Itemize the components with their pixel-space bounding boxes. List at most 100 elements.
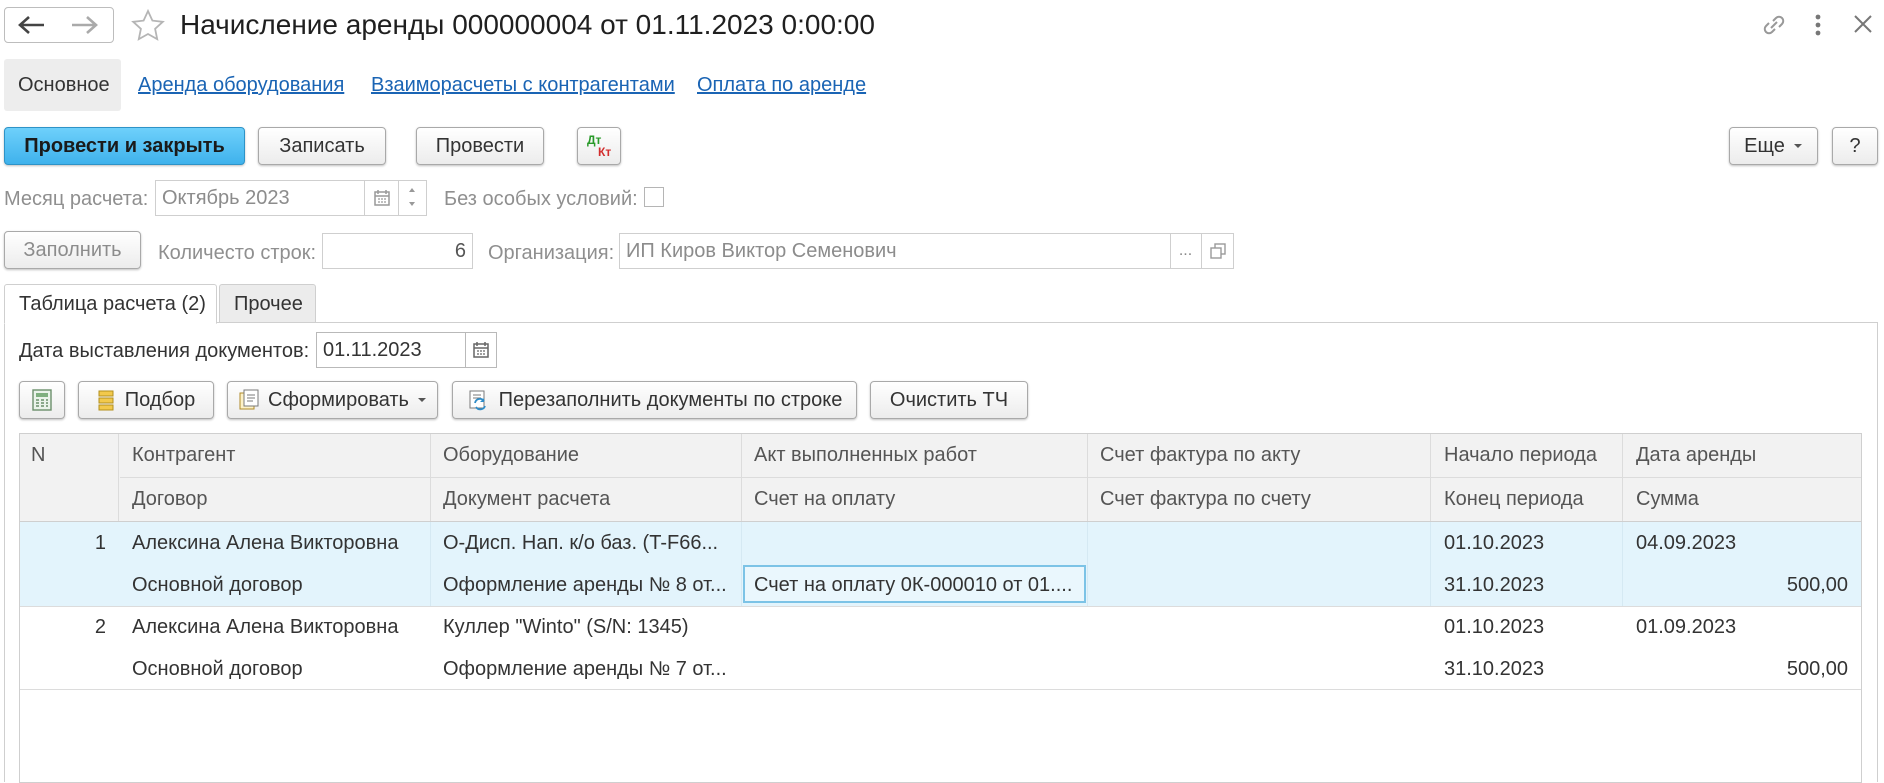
post-and-close-label: Провести и закрыть bbox=[24, 134, 225, 157]
back-arrow-icon[interactable] bbox=[16, 14, 46, 36]
clear-table-button[interactable]: Очистить ТЧ bbox=[870, 381, 1028, 419]
col-header-equipment[interactable]: Оборудование bbox=[443, 444, 579, 467]
amount-cell[interactable]: 500,00 bbox=[1636, 658, 1848, 681]
col-header-n[interactable]: N bbox=[31, 444, 45, 467]
pick-button[interactable]: Подбор bbox=[78, 381, 214, 419]
col-header-invoice[interactable]: Счет на оплату bbox=[754, 488, 895, 511]
ellipsis-label: ... bbox=[1178, 242, 1193, 259]
post-and-close-button[interactable]: Провести и закрыть bbox=[4, 127, 245, 165]
nav-tab-settlements[interactable]: Взаиморасчеты с контрагентами bbox=[371, 74, 675, 97]
organization-input[interactable]: ИП Киров Виктор Семенович bbox=[619, 233, 1171, 269]
doc-date-calendar-button[interactable] bbox=[465, 332, 497, 368]
row-divider bbox=[20, 689, 1861, 690]
pick-label: Подбор bbox=[124, 388, 196, 411]
page-title: Начисление аренды 000000004 от 01.11.202… bbox=[180, 9, 875, 40]
col-header-contract[interactable]: Договор bbox=[132, 488, 208, 511]
period-start-cell[interactable]: 01.10.2023 bbox=[1444, 616, 1614, 639]
more-vertical-icon[interactable] bbox=[1812, 13, 1824, 37]
col-divider bbox=[741, 434, 742, 521]
contract-cell[interactable]: Основной договор bbox=[132, 574, 422, 597]
contract-cell[interactable]: Основной договор bbox=[132, 658, 422, 681]
col-header-counterparty[interactable]: Контрагент bbox=[132, 444, 235, 467]
more-label: Еще bbox=[1744, 134, 1785, 157]
amount-cell[interactable]: 500,00 bbox=[1636, 574, 1848, 597]
nav-tab-rent-payment[interactable]: Оплата по аренде bbox=[697, 74, 866, 97]
fill-button[interactable]: Заполнить bbox=[4, 231, 141, 269]
period-end-cell[interactable]: 31.10.2023 bbox=[1444, 658, 1614, 681]
help-label: ? bbox=[1849, 134, 1861, 157]
calc-doc-cell[interactable]: Оформление аренды № 7 от... bbox=[443, 658, 733, 681]
generate-label: Сформировать bbox=[268, 388, 409, 411]
refill-docs-button[interactable]: Перезаполнить документы по строке bbox=[452, 381, 857, 419]
close-icon[interactable] bbox=[1852, 13, 1874, 35]
col-divider bbox=[118, 434, 119, 521]
no-special-conditions-checkbox[interactable] bbox=[644, 187, 664, 207]
organization-select-button[interactable]: ... bbox=[1170, 233, 1202, 269]
col-divider bbox=[430, 434, 431, 521]
col-header-calc-doc[interactable]: Документ расчета bbox=[443, 488, 610, 511]
help-button[interactable]: ? bbox=[1832, 127, 1878, 165]
col-header-vat-act[interactable]: Счет фактура по акту bbox=[1100, 444, 1300, 467]
open-window-icon bbox=[1209, 243, 1226, 259]
generate-button[interactable]: Сформировать bbox=[227, 381, 438, 419]
period-end-cell[interactable]: 31.10.2023 bbox=[1444, 574, 1614, 597]
col-header-amount[interactable]: Сумма bbox=[1636, 488, 1699, 511]
col-header-rent-date[interactable]: Дата аренды bbox=[1636, 444, 1756, 467]
save-label: Записать bbox=[279, 134, 365, 157]
rows-count-input: 6 bbox=[322, 233, 473, 269]
kt-label: Кт bbox=[598, 145, 612, 159]
month-calendar-button[interactable] bbox=[365, 180, 399, 216]
col-header-period-end[interactable]: Конец периода bbox=[1444, 488, 1584, 511]
calculator-button[interactable] bbox=[19, 381, 65, 419]
row-number: 2 bbox=[94, 616, 106, 638]
link-icon[interactable] bbox=[1760, 11, 1788, 39]
equipment-cell[interactable]: О-Дисп. Нап. к/о баз. (T-F66... bbox=[443, 532, 733, 555]
spin-down-icon bbox=[409, 202, 415, 206]
dt-kt-button[interactable]: Дт Кт bbox=[577, 127, 621, 165]
save-button[interactable]: Записать bbox=[258, 127, 386, 165]
period-start-cell[interactable]: 01.10.2023 bbox=[1444, 532, 1614, 555]
col-header-period-start[interactable]: Начало периода bbox=[1444, 444, 1597, 467]
doc-date-input[interactable]: 01.11.2023 bbox=[316, 332, 466, 368]
list-pick-icon bbox=[98, 390, 114, 411]
month-value: Октябрь 2023 bbox=[162, 187, 290, 209]
month-spinner[interactable] bbox=[399, 180, 427, 216]
calendar-icon bbox=[472, 342, 489, 358]
organization-label: Организация: bbox=[488, 242, 615, 264]
tab-calc-table-label: Таблица расчета (2) bbox=[19, 293, 206, 315]
post-button[interactable]: Провести bbox=[416, 127, 544, 165]
rent-date-cell[interactable]: 01.09.2023 bbox=[1636, 616, 1846, 639]
favorite-star-icon[interactable] bbox=[130, 8, 166, 44]
rent-date-cell[interactable]: 04.09.2023 bbox=[1636, 532, 1846, 555]
calc-doc-cell[interactable]: Оформление аренды № 8 от... bbox=[443, 574, 733, 597]
rows-count-value: 6 bbox=[454, 240, 466, 262]
calculator-icon bbox=[32, 389, 52, 411]
organization-open-button[interactable] bbox=[1202, 233, 1234, 269]
nav-tab-main-label: Основное bbox=[18, 74, 110, 96]
col-header-vat-invoice[interactable]: Счет фактура по счету bbox=[1100, 488, 1311, 511]
col-header-act[interactable]: Акт выполненных работ bbox=[754, 444, 977, 467]
chevron-down-icon bbox=[1793, 144, 1802, 148]
counterparty-cell[interactable]: Алексина Алена Викторовна bbox=[132, 532, 422, 555]
refill-docs-label: Перезаполнить документы по строке bbox=[498, 388, 843, 411]
col-divider bbox=[1622, 434, 1623, 521]
calendar-icon bbox=[373, 190, 390, 206]
organization-value: ИП Киров Виктор Семенович bbox=[626, 240, 897, 262]
forward-arrow-icon[interactable] bbox=[70, 14, 100, 36]
clear-table-label: Очистить ТЧ bbox=[889, 388, 1009, 411]
post-label: Провести bbox=[435, 134, 525, 157]
refill-docs-icon bbox=[469, 390, 486, 411]
col-divider bbox=[1430, 434, 1431, 521]
month-input[interactable]: Октябрь 2023 bbox=[155, 180, 365, 216]
fill-label: Заполнить bbox=[23, 238, 122, 261]
more-button[interactable]: Еще bbox=[1729, 127, 1818, 165]
no-special-conditions-label: Без особых условий: bbox=[444, 188, 638, 210]
nav-tab-equipment-rent[interactable]: Аренда оборудования bbox=[138, 74, 344, 97]
invoice-cell: Счет на оплату 0К-000010 от 01.... bbox=[754, 574, 1073, 596]
doc-date-value: 01.11.2023 bbox=[323, 339, 422, 361]
equipment-cell[interactable]: Куллер "Winto" (S/N: 1345) bbox=[443, 616, 733, 639]
row-number: 1 bbox=[94, 532, 106, 554]
counterparty-cell[interactable]: Алексина Алена Викторовна bbox=[132, 616, 422, 639]
month-label: Месяц расчета: bbox=[4, 188, 149, 210]
col-divider bbox=[1087, 434, 1088, 521]
